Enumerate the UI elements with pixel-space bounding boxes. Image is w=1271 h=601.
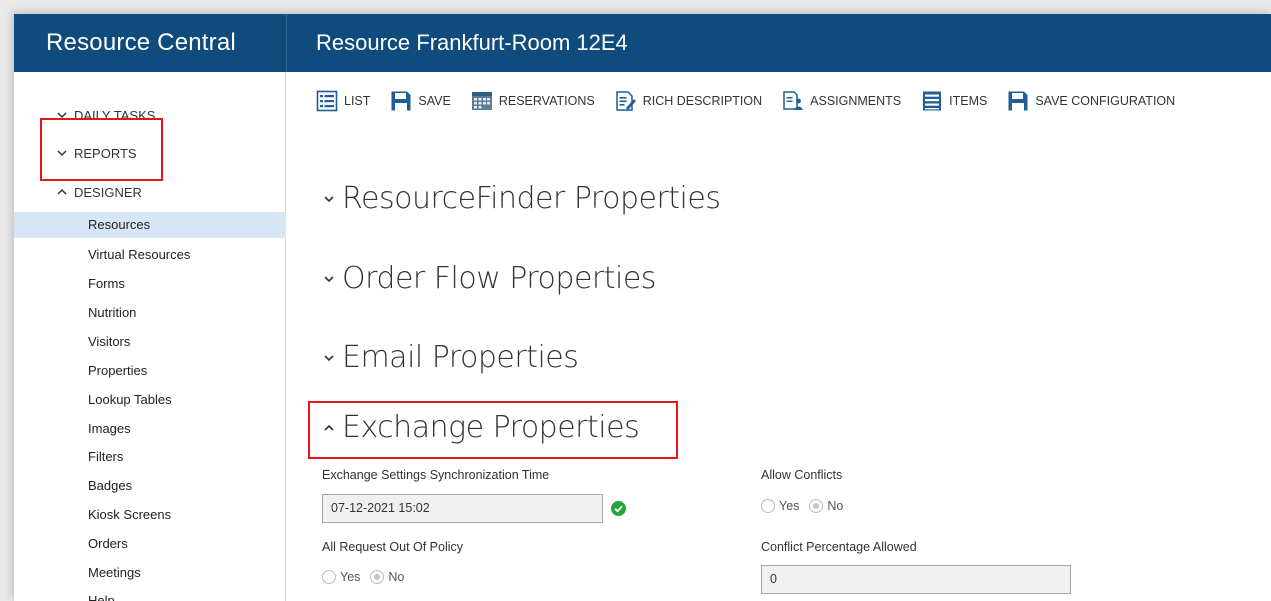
sync-time-field[interactable]: 07-12-2021 15:02 — [322, 494, 603, 523]
section-title: Order Flow Properties — [342, 261, 656, 296]
app-window: Resource Central Resource Frankfurt-Room… — [14, 14, 1271, 601]
assignments-button[interactable]: ASSIGNMENTS — [782, 90, 901, 112]
sidebar-item-images[interactable]: Images — [14, 416, 286, 442]
sidebar-item-orders[interactable]: Orders — [14, 531, 286, 557]
sidebar-section-designer[interactable]: DESIGNER — [56, 182, 142, 202]
items-button[interactable]: ITEMS — [921, 90, 987, 112]
radio-label-no: No — [388, 570, 405, 584]
list-button[interactable]: LIST — [316, 90, 370, 112]
sync-time-label: Exchange Settings Synchronization Time — [322, 468, 550, 482]
chevron-down-icon — [324, 354, 334, 361]
all-request-radio-group: Yes No — [322, 570, 410, 584]
section-order-flow-properties[interactable]: Order Flow Properties — [322, 261, 656, 296]
assignments-icon — [783, 91, 803, 110]
section-resourcefinder-properties[interactable]: ResourceFinder Properties — [322, 181, 721, 216]
list-icon — [316, 90, 338, 112]
sidebar-item-filters[interactable]: Filters — [14, 444, 286, 470]
exchange-highlight-box — [308, 401, 678, 459]
sidebar-item-lookup-tables[interactable]: Lookup Tables — [14, 387, 286, 413]
reservations-button[interactable]: RESERVATIONS — [471, 90, 595, 112]
sidebar-item-visitors[interactable]: Visitors — [14, 329, 286, 355]
sidebar-item-meetings[interactable]: Meetings — [14, 560, 286, 586]
designer-highlight-box — [40, 118, 163, 181]
save-icon — [391, 91, 411, 111]
sidebar-item-properties[interactable]: Properties — [14, 358, 286, 384]
radio-label-no: No — [827, 499, 844, 513]
check-icon — [611, 501, 626, 516]
section-title: ResourceFinder Properties — [342, 181, 721, 216]
sidebar-item-help[interactable]: Help — [14, 588, 286, 601]
allow-conflicts-radio-group: Yes No — [761, 499, 849, 513]
conflict-percentage-field[interactable]: 0 — [761, 565, 1071, 594]
radio-label-yes: Yes — [340, 570, 361, 584]
save-button[interactable]: SAVE — [390, 90, 451, 112]
allow-conflicts-yes-radio[interactable] — [761, 499, 775, 513]
calendar-icon — [471, 92, 492, 110]
radio-label-yes: Yes — [779, 499, 800, 513]
allow-conflicts-no-radio[interactable] — [809, 499, 824, 513]
assignments-label: ASSIGNMENTS — [810, 94, 902, 108]
sidebar-section-label: DESIGNER — [74, 184, 142, 200]
conflict-percentage-label: Conflict Percentage Allowed — [761, 540, 917, 554]
sidebar-item-forms[interactable]: Forms — [14, 271, 286, 297]
sidebar-item-virtual-resources[interactable]: Virtual Resources — [14, 242, 286, 268]
sidebar-item-badges[interactable]: Badges — [14, 473, 286, 499]
save-configuration-button[interactable]: SAVE CONFIGURATION — [1007, 90, 1175, 112]
sidebar-item-resources[interactable]: Resources — [14, 212, 286, 238]
sidebar-item-kiosk-screens[interactable]: Kiosk Screens — [14, 502, 286, 528]
reservations-label: RESERVATIONS — [498, 94, 595, 108]
all-request-yes-radio[interactable] — [322, 570, 336, 584]
chevron-up-icon — [57, 188, 67, 195]
rich-description-button[interactable]: RICH DESCRIPTION — [615, 90, 762, 112]
rich-description-label: RICH DESCRIPTION — [642, 94, 763, 108]
app-brand[interactable]: Resource Central — [14, 14, 286, 72]
top-header: Resource Central Resource Frankfurt-Room… — [14, 14, 1271, 72]
save-label: SAVE — [418, 94, 451, 108]
all-request-label: All Request Out Of Policy — [322, 540, 464, 554]
page-title: Resource Frankfurt-Room 12E4 — [316, 30, 628, 55]
section-email-properties[interactable]: Email Properties — [322, 340, 579, 375]
items-icon — [923, 91, 942, 111]
save-icon — [1008, 91, 1028, 111]
main-content: ResourceFinder Properties Order Flow Pro… — [286, 130, 1271, 601]
section-title: Email Properties — [342, 340, 579, 375]
save-configuration-label: SAVE CONFIGURATION — [1035, 94, 1176, 108]
chevron-down-icon — [324, 275, 334, 282]
list-label: LIST — [344, 94, 371, 108]
chevron-down-icon — [324, 195, 334, 202]
allow-conflicts-label: Allow Conflicts — [761, 468, 843, 482]
all-request-no-radio[interactable] — [370, 570, 385, 584]
sidebar-item-nutrition[interactable]: Nutrition — [14, 300, 286, 326]
rich-description-icon — [615, 91, 636, 111]
toolbar: LIST SAVE RESERVATIONS RICH DESCRIPTION … — [286, 72, 1271, 130]
header-divider — [286, 14, 287, 72]
screenshot-frame: Resource Central Resource Frankfurt-Room… — [0, 0, 1271, 601]
items-label: ITEMS — [949, 94, 988, 108]
